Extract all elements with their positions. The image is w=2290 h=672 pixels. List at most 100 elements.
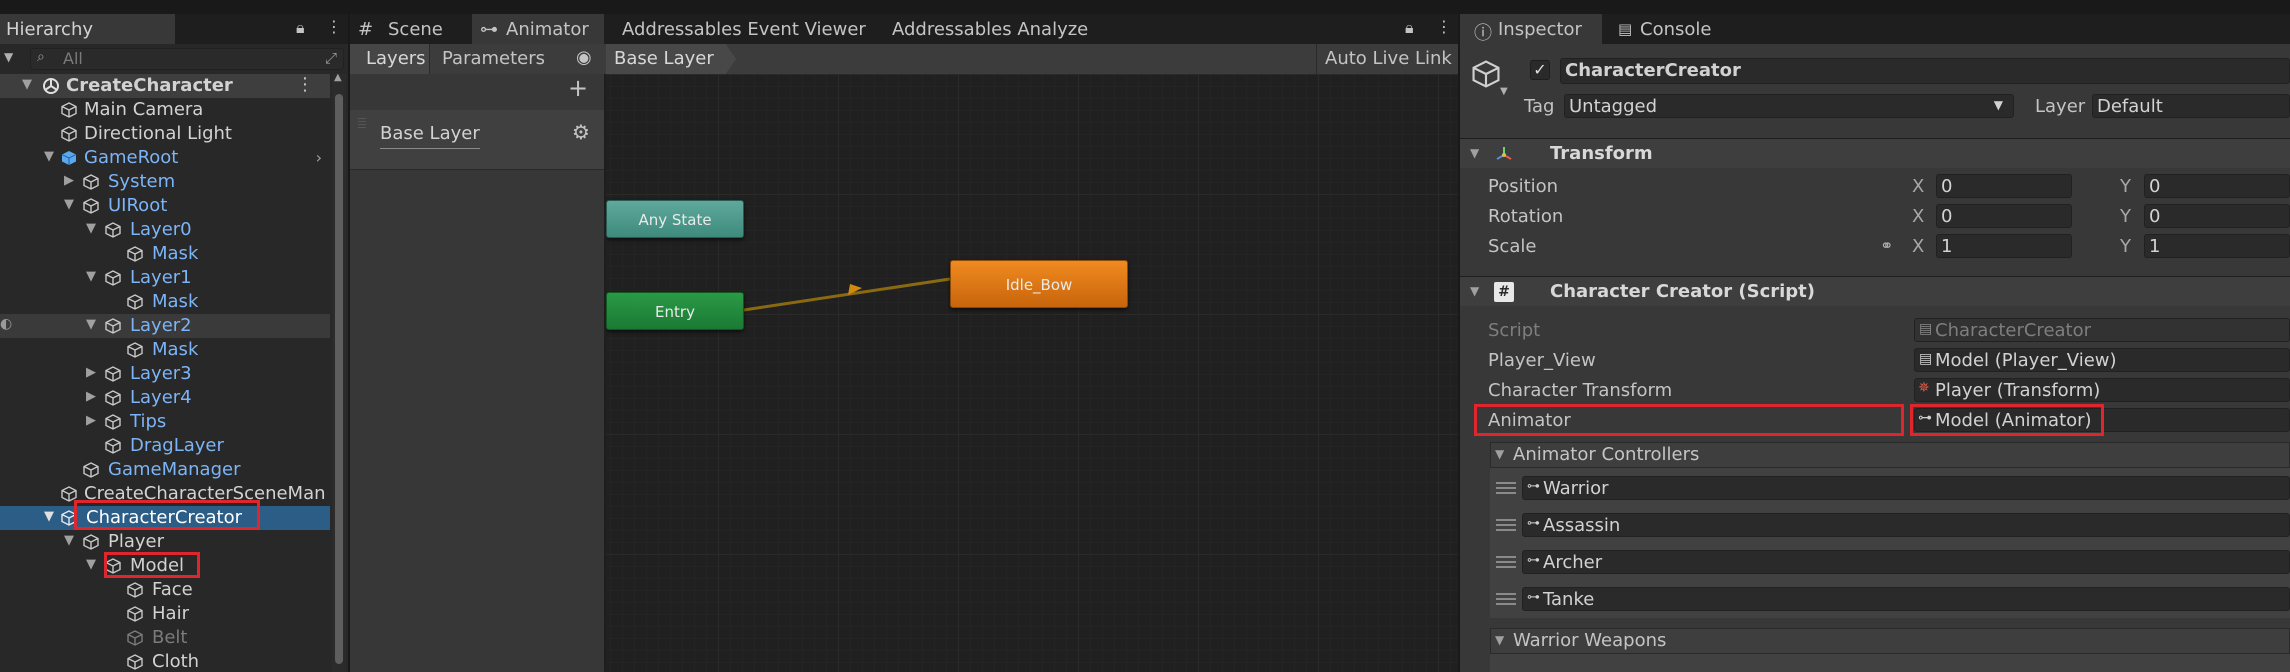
auto-live-link-button[interactable]: Auto Live Link bbox=[1316, 44, 1458, 74]
tab-console[interactable]: ▤ Console bbox=[1610, 14, 1720, 44]
collapsed-arrow-icon[interactable]: ▶ bbox=[86, 413, 96, 428]
scrollbar-thumb[interactable] bbox=[335, 94, 343, 664]
tag-dropdown[interactable]: Untagged ▼ bbox=[1564, 94, 2014, 118]
script-component-header[interactable]: ▼ # Character Creator (Script) bbox=[1460, 276, 2290, 306]
list-item[interactable]: ⊶ Assassin bbox=[1490, 507, 2290, 543]
collapsed-arrow-icon[interactable]: ▶ bbox=[64, 173, 74, 188]
layers-tab[interactable]: Layers bbox=[350, 44, 430, 74]
drag-handle-icon[interactable] bbox=[1496, 519, 1516, 531]
transform-header[interactable]: ▼ Transform bbox=[1460, 138, 2290, 168]
visibility-icon[interactable]: ◐ bbox=[0, 316, 12, 332]
layer-item-base[interactable]: Base Layer ⚙ bbox=[350, 110, 604, 170]
tree-item-player[interactable]: ▼ Player bbox=[0, 530, 330, 554]
tree-item-layer0[interactable]: ▼ Layer0 bbox=[0, 218, 330, 242]
state-idle-bow[interactable]: Idle_Bow bbox=[950, 260, 1128, 308]
object-name-field[interactable]: CharacterCreator bbox=[1560, 58, 2290, 84]
animator-controllers-foldout[interactable]: ▼ Animator Controllers bbox=[1490, 442, 2290, 468]
eye-icon[interactable]: ◉ bbox=[576, 47, 592, 68]
tree-item-gameroot[interactable]: ▼ GameRoot › bbox=[0, 146, 330, 170]
tree-item-tips[interactable]: ▶ Tips bbox=[0, 410, 330, 434]
search-filter-icon[interactable]: ⤢ bbox=[325, 49, 337, 67]
scale-x-input[interactable]: 1 bbox=[1936, 234, 2072, 258]
chevron-right-icon[interactable]: › bbox=[316, 148, 322, 167]
tree-item-face[interactable]: Face bbox=[0, 578, 330, 602]
tree-item-mask[interactable]: Mask bbox=[0, 290, 330, 314]
expand-arrow-icon[interactable]: ▼ bbox=[86, 269, 96, 284]
tree-item-hair[interactable]: Hair bbox=[0, 602, 330, 626]
tab-addressables-analyze[interactable]: Addressables Analyze bbox=[880, 14, 1090, 44]
expand-arrow-icon[interactable]: ▼ bbox=[86, 221, 96, 236]
position-x-input[interactable]: 0 bbox=[1936, 174, 2072, 198]
drag-handle-icon[interactable] bbox=[358, 118, 366, 128]
tree-item-mask[interactable]: Mask bbox=[0, 338, 330, 362]
drag-handle-icon[interactable] bbox=[1496, 593, 1516, 605]
list-item[interactable]: ⊶ Tanke bbox=[1490, 581, 2290, 617]
list-item[interactable]: ⊶ Archer bbox=[1490, 544, 2290, 580]
tree-item-layer1[interactable]: ▼ Layer1 bbox=[0, 266, 330, 290]
collapsed-arrow-icon[interactable]: ▶ bbox=[86, 365, 96, 380]
tree-item-uiroot[interactable]: ▼ UIRoot bbox=[0, 194, 330, 218]
tree-item-gamemanager[interactable]: GameManager bbox=[0, 458, 330, 482]
lock-icon[interactable]: 🔒︎ bbox=[1405, 18, 1414, 38]
tree-item-system[interactable]: ▶ System bbox=[0, 170, 330, 194]
breadcrumb[interactable]: Base Layer bbox=[606, 44, 736, 74]
tree-item-directional-light[interactable]: Directional Light bbox=[0, 122, 330, 146]
hierarchy-search-input[interactable]: ⌕ All ⤢ bbox=[30, 48, 344, 70]
kebab-menu-icon[interactable]: ⋮ bbox=[1436, 17, 1452, 36]
expand-arrow-icon[interactable]: ▼ bbox=[64, 533, 74, 548]
kebab-menu-icon[interactable]: ⋮ bbox=[326, 17, 342, 36]
tab-addressables-event-viewer[interactable]: Addressables Event Viewer bbox=[612, 14, 868, 44]
tree-item-cloth[interactable]: Cloth bbox=[0, 650, 330, 672]
gear-icon[interactable]: ⚙ bbox=[572, 120, 590, 144]
expand-arrow-icon[interactable]: ▼ bbox=[86, 557, 96, 572]
controller-field[interactable]: ⊶ Warrior bbox=[1522, 476, 2290, 500]
tab-scene[interactable]: # Scene bbox=[350, 14, 450, 44]
expand-arrow-icon[interactable]: ▼ bbox=[1470, 284, 1479, 298]
tab-animator[interactable]: ⊶ Animator bbox=[472, 14, 604, 44]
expand-arrow-icon[interactable]: ▼ bbox=[22, 77, 32, 92]
parameters-tab[interactable]: Parameters bbox=[430, 44, 545, 74]
warrior-weapons-foldout[interactable]: ▼ Warrior Weapons bbox=[1490, 628, 2290, 654]
active-checkbox[interactable]: ✓ bbox=[1530, 60, 1550, 80]
controller-field[interactable]: ⊶ Archer bbox=[1522, 550, 2290, 574]
add-layer-icon[interactable]: + bbox=[568, 74, 588, 102]
tree-item-main-camera[interactable]: Main Camera bbox=[0, 98, 330, 122]
animator-graph[interactable]: Any State Entry Idle_Bow bbox=[606, 74, 1458, 672]
tree-item-layer2[interactable]: ◐ ▼ Layer2 bbox=[0, 314, 330, 338]
tab-inspector[interactable]: ⓘ Inspector bbox=[1460, 14, 1602, 44]
tree-item-belt[interactable]: Belt bbox=[0, 626, 330, 650]
drag-handle-icon[interactable] bbox=[1496, 556, 1516, 568]
position-y-input[interactable]: 0 bbox=[2144, 174, 2290, 198]
state-any-state[interactable]: Any State bbox=[606, 200, 744, 238]
state-entry[interactable]: Entry bbox=[606, 292, 744, 330]
transition-arrow[interactable] bbox=[606, 74, 1458, 672]
tab-hierarchy[interactable]: Hierarchy bbox=[0, 14, 175, 44]
expand-arrow-icon[interactable]: ▼ bbox=[1470, 146, 1479, 160]
tree-item-draglayer[interactable]: DragLayer bbox=[0, 434, 330, 458]
controller-field[interactable]: ⊶ Assassin bbox=[1522, 513, 2290, 537]
rotation-y-input[interactable]: 0 bbox=[2144, 204, 2290, 228]
scene-menu-icon[interactable]: ⋮ bbox=[296, 74, 314, 95]
expand-arrow-icon[interactable]: ▼ bbox=[44, 509, 54, 524]
list-item[interactable]: ⊶ Warrior bbox=[1490, 470, 2290, 506]
character-transform-field[interactable]: ✵ Player (Transform) bbox=[1914, 378, 2290, 402]
expand-arrow-icon[interactable]: ▼ bbox=[1495, 633, 1504, 647]
controller-field[interactable]: ⊶ Tanke bbox=[1522, 587, 2290, 611]
expand-arrow-icon[interactable]: ▼ bbox=[1495, 447, 1504, 461]
icon-dropdown-arrow-icon[interactable]: ▼ bbox=[1500, 86, 1508, 97]
collapsed-arrow-icon[interactable]: ▶ bbox=[86, 389, 96, 404]
player-view-field[interactable]: ▤ Model (Player_View) bbox=[1914, 348, 2290, 372]
expand-arrow-icon[interactable]: ▼ bbox=[44, 149, 54, 164]
tree-item-layer4[interactable]: ▶ Layer4 bbox=[0, 386, 330, 410]
expand-arrow-icon[interactable]: ▼ bbox=[64, 197, 74, 212]
scroll-up-arrow-icon[interactable]: ▲ bbox=[334, 72, 342, 83]
hierarchy-scrollbar[interactable]: ▲ bbox=[332, 72, 346, 672]
layer-dropdown[interactable]: Default bbox=[2092, 94, 2290, 118]
link-icon[interactable]: ⚭ bbox=[1880, 236, 1893, 255]
create-dropdown-icon[interactable]: ▼ bbox=[4, 50, 13, 64]
rotation-x-input[interactable]: 0 bbox=[1936, 204, 2072, 228]
drag-handle-icon[interactable] bbox=[1496, 482, 1516, 494]
lock-icon[interactable]: 🔒︎ bbox=[296, 18, 305, 38]
tree-item-mask[interactable]: Mask bbox=[0, 242, 330, 266]
scale-y-input[interactable]: 1 bbox=[2144, 234, 2290, 258]
